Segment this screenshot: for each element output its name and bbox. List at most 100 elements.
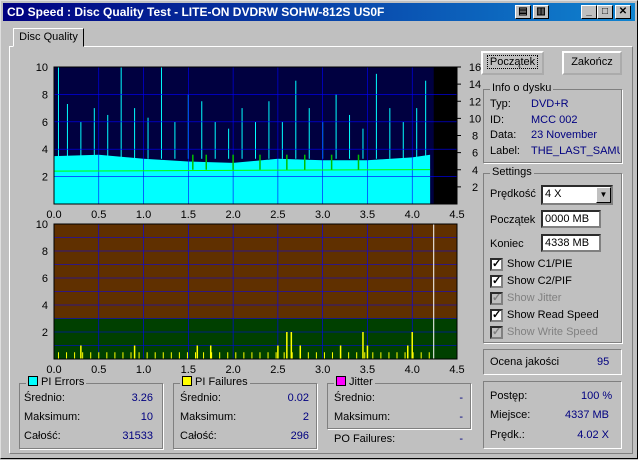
chart1-y-tick-label: 4 <box>42 144 48 156</box>
end-mb-field[interactable]: 4338 MB <box>541 234 601 252</box>
chart1-y2-tick-label: 14 <box>469 79 481 91</box>
show-c2-label: Show C2/PIF <box>507 275 572 287</box>
speed-select[interactable]: 4 X ▼ <box>541 185 613 205</box>
chart1-y2-tick-label: 6 <box>472 148 478 160</box>
pi-errors-color-swatch <box>28 376 38 386</box>
show-write-speed-checkbox: ✓ <box>490 326 503 339</box>
po-failures-value: - <box>459 433 463 445</box>
start-mb-label: Początek <box>490 214 536 226</box>
show-jitter-checkbox: ✓ <box>490 292 503 305</box>
chart1-y-tick-label: 8 <box>42 89 48 101</box>
pi-failures-avg-key: Średnio: <box>180 392 221 404</box>
chart2-y-tick-label: 6 <box>42 273 48 285</box>
speed-value: 4.02 X <box>577 429 609 441</box>
chart1-y2-tick-label: 10 <box>469 113 481 125</box>
disc-type-value: DVD+R <box>531 98 569 110</box>
jitter-avg-key: Średnio: <box>334 392 375 404</box>
po-failures-key: PO Failures: <box>334 433 396 445</box>
pi-errors-total-value: 31533 <box>122 430 153 442</box>
chart1-x-tick-label: 1.5 <box>181 209 196 221</box>
chart2-x-tick-label: 4.0 <box>405 364 420 376</box>
chart1-unused-area <box>433 67 457 204</box>
show-read-speed-label: Show Read Speed <box>507 309 599 321</box>
chart1-x-tick-label: 4.5 <box>449 209 464 221</box>
show-c1-checkbox[interactable]: ✓ <box>490 258 503 271</box>
chart2-y-tick-label: 2 <box>42 327 48 339</box>
app-window: CD Speed : Disc Quality Test - LITE-ON D… <box>0 0 638 459</box>
chart2-x-tick-label: 2.5 <box>270 364 285 376</box>
disc-id-key: ID: <box>490 114 505 126</box>
speed-key: Prędk.: <box>490 429 525 441</box>
chart1-x-tick-label: 1.0 <box>136 209 151 221</box>
end-mb-label: Koniec <box>490 238 524 250</box>
chart1-y2-tick-label: 8 <box>472 131 478 143</box>
chart2-y-tick-label: 4 <box>42 300 48 312</box>
chart2-x-tick-label: 3.5 <box>360 364 375 376</box>
chart1-x-tick-label: 2.5 <box>270 209 285 221</box>
disc-label-value: THE_LAST_SAMU <box>531 145 620 157</box>
chart2-band <box>54 224 457 319</box>
start-button[interactable]: Początek <box>481 51 544 75</box>
chart1-y2-tick-label: 12 <box>469 96 481 108</box>
chart2-x-tick-label: 1.0 <box>136 364 151 376</box>
pi-failures-total-value: 296 <box>290 430 309 442</box>
tab-disc-quality[interactable]: Disc Quality <box>13 28 84 47</box>
chart1-x-tick-label: 0.5 <box>91 209 106 221</box>
chart1-y2-tick-label: 2 <box>472 182 478 194</box>
disc-date-value: 23 November <box>531 129 598 141</box>
jitter-max-value: - <box>459 411 463 423</box>
quality-value: 95 <box>597 356 610 368</box>
pi-failures-color-swatch <box>182 376 192 386</box>
jitter-avg-value: - <box>459 392 463 404</box>
quality-label: Ocena jakości <box>490 356 560 368</box>
position-value: 4337 MB <box>564 409 609 421</box>
start-button-label: Początek <box>486 55 539 69</box>
chart1-x-tick-label: 3.5 <box>360 209 375 221</box>
chart1-y-tick-label: 10 <box>36 62 48 74</box>
chart2-y-tick-label: 10 <box>36 219 48 231</box>
chart1-y-tick-label: 6 <box>42 117 48 129</box>
speed-select-value: 4 X <box>545 188 562 200</box>
chart2-x-tick-label: 4.5 <box>449 364 464 376</box>
settings-label: Settings <box>490 166 534 178</box>
jitter-max-key: Maksimum: <box>334 411 391 423</box>
disc-date-key: Data: <box>490 129 517 141</box>
start-mb-field[interactable]: 0000 MB <box>541 210 601 228</box>
chevron-down-icon[interactable]: ▼ <box>596 187 611 203</box>
pi-errors-total-key: Całość: <box>24 430 61 442</box>
chart1-y-tick-label: 2 <box>42 172 48 184</box>
chart2-y-tick-label: 8 <box>42 246 48 258</box>
chart1-x-tick-label: 3.0 <box>315 209 330 221</box>
chart2-x-tick-label: 3.0 <box>315 364 330 376</box>
position-key: Miejsce: <box>490 409 531 421</box>
progress-value: 100 % <box>581 390 613 402</box>
show-read-speed-checkbox[interactable]: ✓ <box>490 309 503 322</box>
show-c1-label: Show C1/PIE <box>507 258 573 270</box>
chart1-y2-tick-label: 16 <box>469 62 481 74</box>
disc-type-key: Typ: <box>490 98 511 110</box>
chart2-x-tick-label: 0.0 <box>46 364 61 376</box>
pi-failures-max-key: Maksimum: <box>180 411 237 423</box>
pi-errors-max-key: Maksimum: <box>24 411 81 423</box>
pi-failures-total-key: Całość: <box>180 430 217 442</box>
chart1-x-tick-label: 2.0 <box>225 209 240 221</box>
pi-errors-label: PI Errors <box>41 376 85 388</box>
pi-failures-max-value: 2 <box>302 411 309 423</box>
chart1-y2-tick-label: 4 <box>472 165 478 177</box>
jitter-color-swatch <box>336 376 346 386</box>
progress-key: Postęp: <box>490 390 528 402</box>
pi-failures-label: PI Failures <box>195 376 248 388</box>
pi-errors-avg-key: Średnio: <box>24 392 65 404</box>
pi-failures-avg-value: 0.02 <box>287 392 309 404</box>
chart2-x-tick-label: 2.0 <box>225 364 240 376</box>
show-c2-checkbox[interactable]: ✓ <box>490 275 503 288</box>
chart1-x-tick-label: 4.0 <box>405 209 420 221</box>
chart2-x-tick-label: 0.5 <box>91 364 106 376</box>
pi-errors-avg-value: 3.26 <box>131 392 153 404</box>
disc-label-key: Label: <box>490 145 520 157</box>
end-button[interactable]: Zakończ <box>562 51 622 75</box>
show-jitter-label: Show Jitter <box>507 292 562 304</box>
chart1-x-tick-label: 0.0 <box>46 209 61 221</box>
show-write-speed-label: Show Write Speed <box>507 326 598 338</box>
disc-id-value: MCC 002 <box>531 114 578 126</box>
